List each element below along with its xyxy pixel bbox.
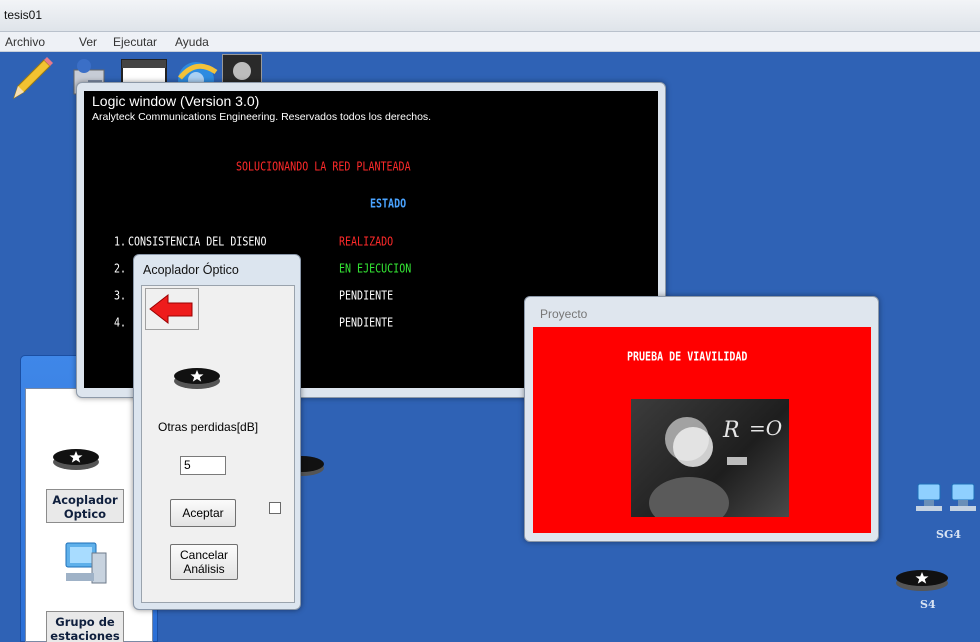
other-losses-label: Otras perdidas[dB] <box>158 420 259 434</box>
optical-coupler-icon[interactable] <box>52 445 100 474</box>
cancel-analysis-line1: Cancelar <box>179 548 229 562</box>
dialog-body: Otras perdidas[dB] 5 Aceptar Cancelar An… <box>141 285 295 603</box>
proyecto-title: Proyecto <box>540 307 588 321</box>
coupler-node-s4[interactable] <box>894 566 950 595</box>
dialog-title: Acoplador Óptico <box>143 263 239 277</box>
palette-item-acoplador-optico[interactable]: Acoplador Optico <box>46 489 124 523</box>
einstein-chalkboard-image: R =O <box>631 399 789 529</box>
option-checkbox[interactable] <box>269 502 281 514</box>
station-group-icon[interactable] <box>62 539 114 590</box>
viability-heading: PRUEBA DE VIAVILIDAD <box>627 351 748 365</box>
step-2-status: EN EJECUCION <box>339 263 412 277</box>
solving-heading: SOLUCIONANDO LA RED PLANTEADA <box>236 161 411 175</box>
logic-window-subtitle: Aralyteck Communications Engineering. Re… <box>92 111 432 123</box>
step-3-status: PENDIENTE <box>339 290 394 304</box>
palette-item-grupo-estaciones[interactable]: Grupo de estaciones <box>46 611 124 642</box>
step-4-status: PENDIENTE <box>339 317 394 331</box>
menu-ejecutar[interactable]: Ejecutar <box>113 35 157 49</box>
status-header: ESTADO <box>370 198 407 212</box>
step-1-status: REALIZADO <box>339 236 394 250</box>
logic-window-title: Logic window (Version 3.0) <box>92 93 260 109</box>
menu-bar: Archivo Ver Ejecutar Ayuda <box>0 32 980 52</box>
title-bar: tesis01 <box>0 0 980 32</box>
coupler-icon <box>173 364 221 393</box>
step-1-name: CONSISTENCIA DEL DISENO <box>128 236 267 250</box>
node-label-sg4: SG4 <box>936 528 961 541</box>
step-1-number: 1. <box>114 236 127 250</box>
pencil-icon[interactable] <box>8 54 56 102</box>
station-group-node-icon[interactable] <box>914 480 980 523</box>
menu-ayuda[interactable]: Ayuda <box>175 35 209 49</box>
svg-text:R: R <box>722 418 740 443</box>
other-losses-input[interactable]: 5 <box>180 456 226 475</box>
svg-text:=O: =O <box>749 416 782 440</box>
step-2-number: 2. <box>114 263 127 277</box>
step-4-number: 4. <box>114 317 127 331</box>
back-button[interactable] <box>145 288 199 330</box>
red-left-arrow-icon <box>149 293 193 325</box>
node-label-s4: S4 <box>920 598 936 611</box>
cancel-analysis-button[interactable]: Cancelar Análisis <box>170 544 238 580</box>
menu-ver[interactable]: Ver <box>79 35 97 49</box>
proyecto-window: Proyecto PRUEBA DE VIAVILIDAD R =O <box>524 296 879 542</box>
step-3-number: 3. <box>114 290 127 304</box>
acoplador-dialog: Acoplador Óptico Otras perdidas[dB] 5 Ac… <box>133 254 301 610</box>
proyecto-panel: PRUEBA DE VIAVILIDAD R =O <box>533 327 871 533</box>
cancel-analysis-line2: Análisis <box>183 562 225 576</box>
accept-button[interactable]: Aceptar <box>170 499 236 527</box>
menu-archivo[interactable]: Archivo <box>5 35 45 49</box>
window-title: tesis01 <box>4 8 43 22</box>
